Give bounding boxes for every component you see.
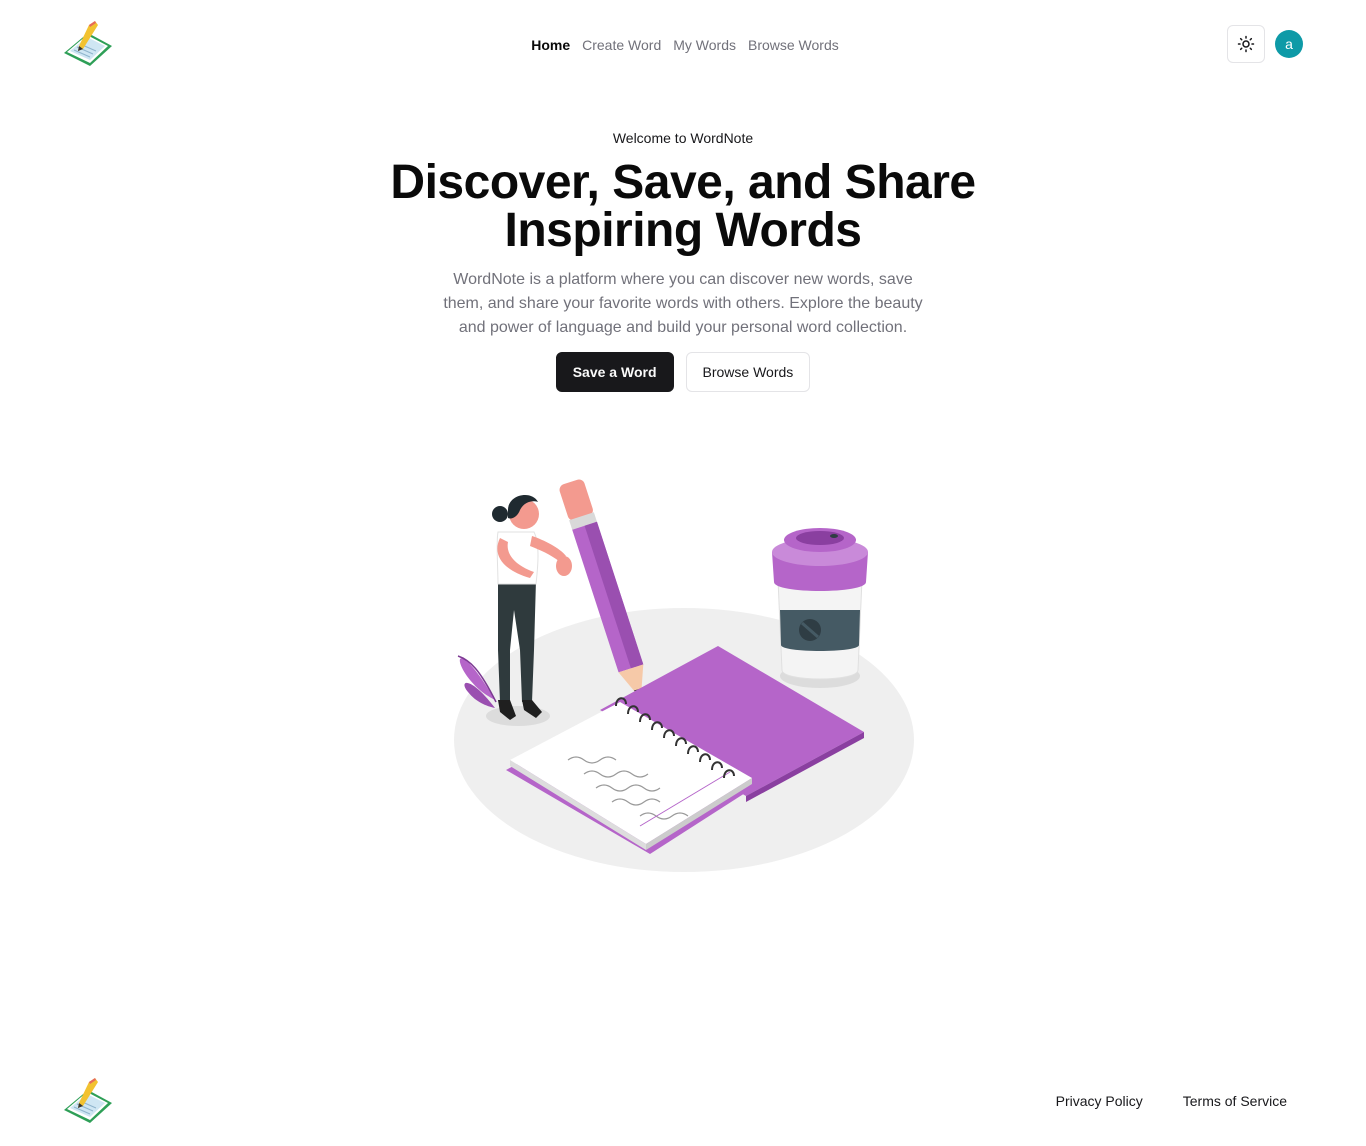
hero-illustration: [440, 470, 930, 880]
nav-item-home[interactable]: Home: [531, 34, 570, 56]
browse-words-button[interactable]: Browse Words: [685, 352, 811, 392]
main-nav: Home Create Word My Words Browse Words: [4, 34, 1366, 56]
hero-headline: Discover, Save, and Share Inspiring Word…: [390, 156, 976, 257]
theme-toggle-button[interactable]: [1227, 25, 1265, 63]
terms-of-service-link[interactable]: Terms of Service: [1183, 1091, 1287, 1111]
hero-description: WordNote is a platform where you can dis…: [443, 271, 923, 336]
hero-actions: Save a Word Browse Words: [0, 352, 1366, 392]
footer-links: Privacy Policy Terms of Service: [1056, 1091, 1287, 1111]
nav-item-my-words[interactable]: My Words: [673, 34, 736, 56]
privacy-policy-link[interactable]: Privacy Policy: [1056, 1091, 1143, 1111]
site-header: Home Create Word My Words Browse Words a: [0, 0, 1366, 90]
hero-eyebrow: Welcome to WordNote: [612, 130, 754, 146]
footer-logo[interactable]: [62, 1076, 114, 1128]
nav-item-browse-words[interactable]: Browse Words: [748, 34, 839, 56]
notebook-pencil-logo-icon: [64, 1078, 112, 1123]
user-avatar[interactable]: a: [1275, 30, 1303, 58]
hero-section: Welcome to WordNote Discover, Save, and …: [0, 128, 1366, 392]
save-word-button[interactable]: Save a Word: [555, 352, 674, 392]
woman-writing-notebook-illustration: [454, 479, 914, 872]
nav-item-create-word[interactable]: Create Word: [582, 34, 661, 56]
sun-icon: [1237, 35, 1255, 53]
